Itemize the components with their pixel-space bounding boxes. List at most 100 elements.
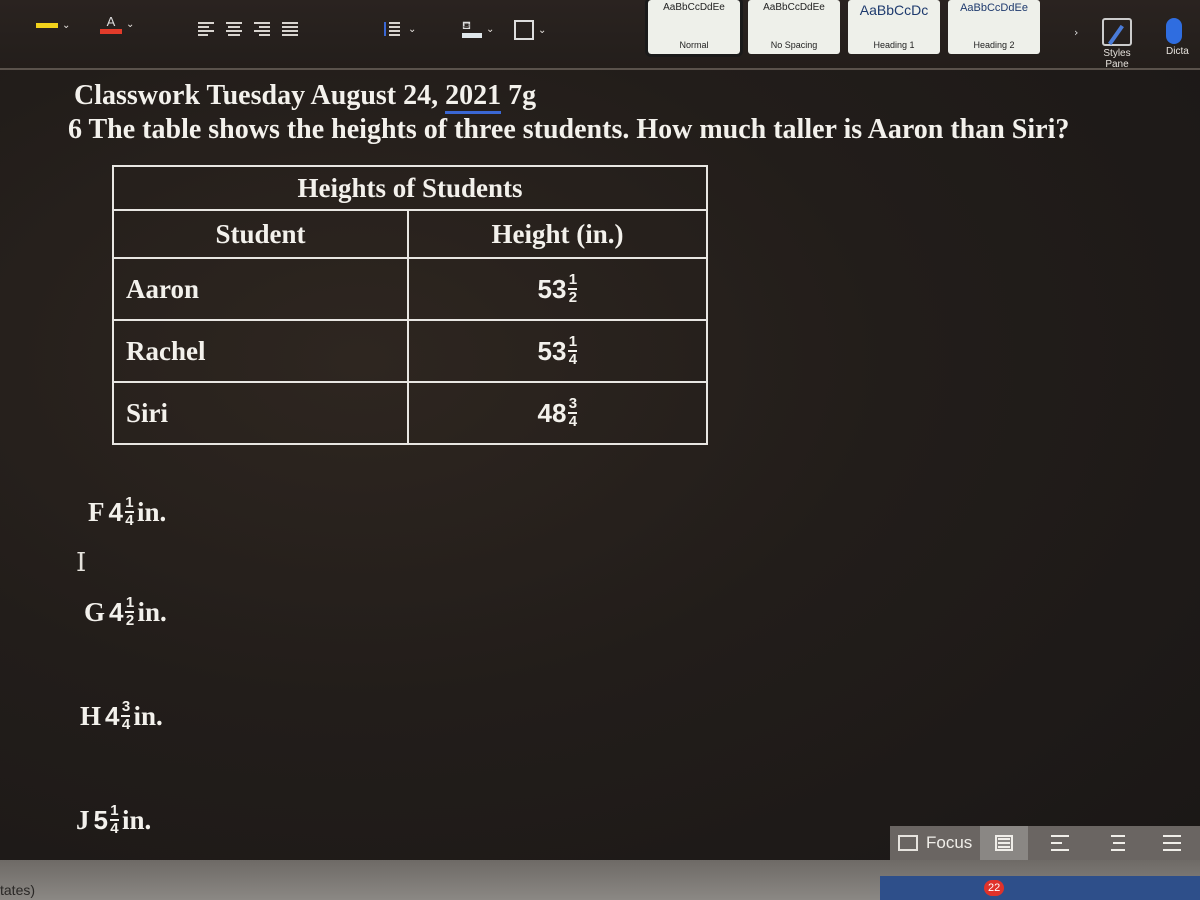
choice-fraction: 14 — [109, 802, 119, 837]
student-name: Rachel — [112, 319, 409, 383]
styles-pane-icon — [1102, 18, 1132, 46]
outline-icon — [1107, 835, 1126, 851]
font-color-icon: A — [100, 14, 122, 34]
dictate-button[interactable]: Dicta — [1166, 18, 1189, 57]
choice-unit: in. — [121, 804, 152, 835]
style-name: Heading 2 — [973, 40, 1015, 50]
chevron-down-icon[interactable]: ⌄ — [408, 24, 416, 35]
title-year-spellcheck[interactable]: 2021 — [445, 80, 502, 114]
height-fraction: 34 — [568, 395, 578, 430]
student-name: Siri — [112, 381, 409, 445]
align-right-icon[interactable] — [254, 22, 270, 36]
style-heading-1[interactable]: AaBbCcDc Heading 1 — [848, 0, 940, 54]
height-value: 53 12 — [407, 257, 708, 321]
view-controls: Focus — [890, 826, 1200, 860]
align-center-icon[interactable] — [226, 22, 242, 36]
choice-fraction: 12 — [125, 594, 135, 629]
style-heading-2[interactable]: AaBbCcDdEe Heading 2 — [948, 0, 1040, 54]
table-row: Rachel 53 14 — [112, 319, 708, 383]
choice-letter: J — [76, 804, 90, 835]
answer-choice-h: H 4 34 in. — [80, 698, 163, 733]
height-whole: 48 — [537, 397, 567, 428]
choice-letter: H — [80, 700, 102, 731]
status-text: tates) — [0, 882, 36, 898]
line-spacing-control[interactable]: ⌄ — [384, 22, 416, 36]
title-prefix: Classwork Tuesday August 24, — [74, 80, 446, 111]
font-color-control[interactable]: A ⌄ — [100, 14, 134, 34]
choice-letter: G — [84, 596, 106, 627]
microphone-icon — [1166, 18, 1182, 44]
web-layout-icon — [1051, 835, 1070, 851]
choice-fraction: 14 — [124, 494, 134, 529]
style-name: Normal — [679, 40, 709, 50]
focus-button[interactable]: Focus — [890, 833, 972, 853]
web-layout-button[interactable] — [1036, 826, 1084, 860]
line-spacing-icon — [384, 22, 400, 36]
style-normal[interactable]: AaBbCcDdEe Normal — [645, 0, 743, 57]
alignment-group — [198, 22, 310, 36]
choice-fraction: 34 — [121, 698, 131, 733]
dictate-label: Dicta — [1166, 46, 1189, 57]
chevron-down-icon[interactable]: ⌄ — [62, 20, 70, 31]
height-whole: 53 — [537, 273, 567, 304]
dock — [880, 876, 1200, 900]
print-layout-icon — [995, 835, 1014, 851]
table-caption: Heights of Students — [112, 165, 708, 211]
style-preview: AaBbCcDc — [859, 2, 929, 18]
highlight-color-icon — [36, 23, 58, 28]
print-layout-button[interactable] — [980, 826, 1029, 860]
style-preview: AaBbCcDdEe — [763, 2, 825, 13]
borders-icon — [514, 20, 534, 40]
styles-pane-button[interactable]: Styles Pane — [1094, 18, 1140, 70]
column-header-height: Height (in.) — [407, 209, 708, 259]
focus-label: Focus — [926, 833, 973, 852]
answer-choice-j: J 5 14 in. — [76, 802, 152, 837]
outline-view-button[interactable] — [1092, 826, 1140, 860]
style-preview: AaBbCcDdEe — [960, 2, 1028, 14]
choice-letter: F — [88, 496, 105, 527]
choice-whole: 4 — [105, 700, 120, 731]
question-text: 6 The table shows the heights of three s… — [68, 114, 1070, 145]
answer-choice-g: G 4 12 in. — [84, 594, 167, 629]
align-left-icon[interactable] — [198, 22, 214, 36]
justify-icon[interactable] — [282, 22, 298, 36]
styles-gallery: AaBbCcDdEe Normal AaBbCcDdEe No Spacing … — [645, 0, 1040, 57]
height-fraction: 14 — [568, 333, 578, 368]
focus-icon — [898, 835, 918, 851]
choice-unit: in. — [133, 700, 163, 731]
style-no-spacing[interactable]: AaBbCcDdEe No Spacing — [748, 0, 840, 54]
choice-whole: 4 — [108, 496, 123, 527]
title-suffix: 7g — [501, 80, 537, 111]
choice-unit: in. — [136, 496, 167, 527]
document-title: Classwork Tuesday August 24, 2021 7g — [74, 80, 537, 114]
draft-view-button[interactable] — [1148, 826, 1196, 860]
highlight-color-control[interactable]: ⌄ — [36, 20, 70, 31]
notification-badge: 22 — [984, 880, 1005, 896]
draft-icon — [1163, 835, 1182, 851]
heights-table: Heights of Students Student Height (in.)… — [112, 165, 708, 445]
height-fraction: 12 — [568, 271, 578, 306]
shading-control[interactable]: ⛾ ⌄ — [462, 20, 494, 38]
style-name: Heading 1 — [873, 40, 915, 50]
choice-whole: 5 — [93, 804, 108, 835]
choice-whole: 4 — [109, 596, 124, 627]
table-row: Aaron 53 12 — [112, 257, 708, 321]
chevron-down-icon[interactable]: ⌄ — [486, 24, 494, 35]
chevron-down-icon[interactable]: ⌄ — [538, 25, 546, 36]
more-styles-button[interactable]: › — [1074, 26, 1078, 39]
ribbon-toolbar: ⌄ A ⌄ ⌄ ⛾ ⌄ ⌄ AaBbCcDdEe Normal AaBbCcDd… — [0, 0, 1200, 70]
student-name: Aaron — [112, 257, 409, 321]
height-whole: 53 — [537, 335, 567, 366]
column-header-student: Student — [112, 209, 409, 259]
height-value: 53 14 — [407, 319, 708, 383]
answer-choice-f: F 4 14 in. — [88, 494, 167, 529]
borders-control[interactable]: ⌄ — [514, 20, 546, 40]
height-value: 48 34 — [407, 381, 708, 445]
choice-unit: in. — [137, 596, 167, 627]
styles-pane-label: Styles Pane — [1103, 48, 1131, 70]
chevron-down-icon[interactable]: ⌄ — [126, 19, 134, 30]
paint-bucket-icon: ⛾ — [462, 20, 482, 38]
style-name: No Spacing — [770, 40, 818, 50]
table-row: Siri 48 34 — [112, 381, 708, 445]
style-preview: AaBbCcDdEe — [663, 2, 725, 13]
